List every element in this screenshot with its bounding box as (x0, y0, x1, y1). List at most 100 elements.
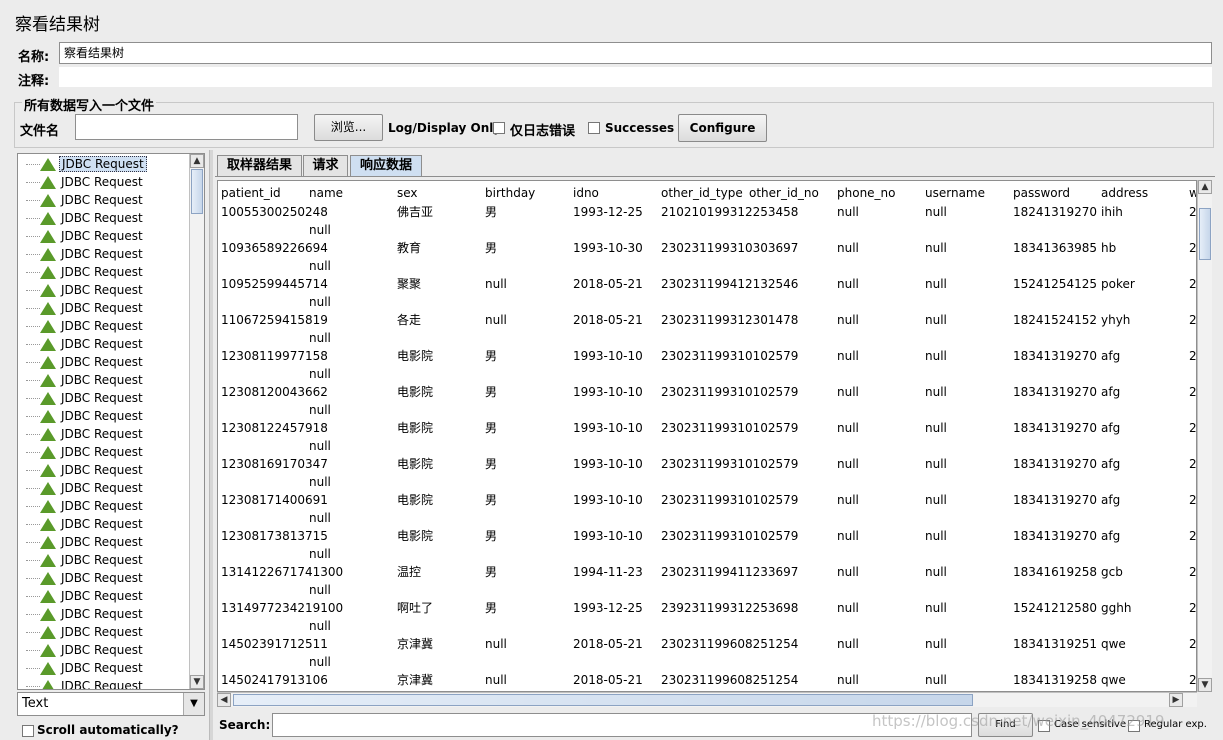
table-cell: 男 (485, 385, 498, 399)
tree-item-jdbc-request[interactable]: JDBC Request (26, 173, 145, 191)
tree-item-jdbc-request[interactable]: JDBC Request (26, 407, 145, 425)
tab-response-data[interactable]: 响应数据 (350, 155, 422, 177)
table-cell: 2 (1189, 349, 1197, 363)
scroll-up-icon[interactable]: ▲ (190, 154, 204, 168)
tree-item-jdbc-request[interactable]: JDBC Request (26, 605, 145, 623)
table-cell: 2 (1189, 313, 1197, 327)
scroll-left-icon[interactable]: ◀ (217, 693, 231, 707)
tree-item-jdbc-request[interactable]: JDBC Request (26, 641, 145, 659)
tree-item-jdbc-request[interactable]: JDBC Request (26, 515, 145, 533)
tree-item-jdbc-request[interactable]: JDBC Request (26, 569, 145, 587)
tree-item-jdbc-request[interactable]: JDBC Request (26, 317, 145, 335)
tree-line (26, 650, 40, 651)
response-vscrollbar[interactable]: ▲ ▼ (1197, 180, 1212, 692)
tree-item-jdbc-request[interactable]: JDBC Request (26, 497, 145, 515)
table-cell: 12308171400691 (221, 493, 328, 507)
tab-sampler-result[interactable]: 取样器结果 (217, 155, 302, 177)
tree-item-label: JDBC Request (61, 373, 143, 387)
tree-item-jdbc-request[interactable]: JDBC Request (26, 335, 145, 353)
tree-item-jdbc-request[interactable]: JDBC Request (26, 371, 145, 389)
tree-item-jdbc-request[interactable]: JDBC Request (26, 479, 145, 497)
table-cell: 12308120043662 (221, 385, 328, 399)
tree-item-label: JDBC Request (61, 247, 143, 261)
response-hscroll-thumb[interactable] (233, 694, 973, 706)
tree-item-jdbc-request[interactable]: JDBC Request (26, 191, 145, 209)
scroll-up-icon[interactable]: ▲ (1198, 180, 1212, 194)
sampler-success-icon (40, 356, 56, 369)
tab-request[interactable]: 请求 (303, 155, 348, 177)
scroll-right-icon[interactable]: ▶ (1169, 693, 1183, 707)
tree-item-jdbc-request[interactable]: JDBC Request (26, 587, 145, 605)
splitter[interactable] (209, 150, 213, 740)
tree-line (26, 254, 40, 255)
table-cell: 10055300250248 (221, 205, 328, 219)
errors-only-checkbox[interactable] (493, 122, 505, 134)
tree-item-jdbc-request[interactable]: JDBC Request (26, 209, 145, 227)
tree-item-jdbc-request[interactable]: JDBC Request (26, 677, 145, 689)
table-cell: afg (1101, 421, 1121, 435)
renderer-select[interactable]: Text ▼ (17, 692, 205, 716)
table-cell: 14502391712511 (221, 637, 328, 651)
tree-item-jdbc-request[interactable]: JDBC Request (26, 533, 145, 551)
tree-item-jdbc-request[interactable]: JDBC Request (26, 443, 145, 461)
tree-line (26, 236, 40, 237)
tree-item-jdbc-request[interactable]: JDBC Request (26, 227, 145, 245)
chevron-down-icon[interactable]: ▼ (183, 693, 204, 715)
successes-checkbox[interactable] (588, 122, 600, 134)
scroll-down-icon[interactable]: ▼ (190, 675, 204, 689)
tree-item-jdbc-request[interactable]: JDBC Request (26, 623, 145, 641)
table-row-continuation: null (309, 547, 331, 561)
scroll-down-icon[interactable]: ▼ (1198, 678, 1212, 692)
table-cell: 京津冀 (397, 673, 434, 687)
column-header: patient_id (221, 186, 281, 200)
tree-item-label: JDBC Request (59, 156, 147, 172)
table-cell: 1993-10-10 (573, 421, 643, 435)
tree-item-jdbc-request[interactable]: JDBC Request (26, 353, 145, 371)
tree-item-jdbc-request[interactable]: JDBC Request (26, 551, 145, 569)
sampler-success-icon (40, 554, 56, 567)
response-vscroll-thumb[interactable] (1199, 208, 1211, 260)
table-cell: 2 (1189, 601, 1197, 615)
configure-button[interactable]: Configure (678, 114, 767, 142)
table-cell: 1314977234219100 (221, 601, 344, 615)
table-cell: null (925, 565, 947, 579)
table-cell: 10936589226694 (221, 241, 328, 255)
tree-item-jdbc-request[interactable]: JDBC Request (26, 155, 147, 173)
browse-button[interactable]: 浏览... (314, 114, 383, 141)
table-cell: 电影院 (397, 493, 434, 507)
tree-line (26, 272, 40, 273)
tree-item-jdbc-request[interactable]: JDBC Request (26, 389, 145, 407)
scroll-auto-checkbox[interactable] (22, 725, 34, 737)
tree-item-label: JDBC Request (61, 283, 143, 297)
search-input[interactable] (272, 713, 972, 737)
tree-item-jdbc-request[interactable]: JDBC Request (26, 659, 145, 677)
result-tree[interactable]: JDBC Request JDBC Request JDBC Request JDBC… (17, 153, 205, 690)
tree-line (26, 614, 40, 615)
table-cell: null (837, 601, 859, 615)
table-cell: 230231199310102579 (661, 457, 799, 471)
response-hscrollbar[interactable]: ◀ ▶ (217, 692, 1197, 707)
tree-line (26, 578, 40, 579)
tree-item-jdbc-request[interactable]: JDBC Request (26, 281, 145, 299)
tree-item-jdbc-request[interactable]: JDBC Request (26, 263, 145, 281)
table-cell: hb (1101, 241, 1117, 255)
table-cell: 男 (485, 205, 498, 219)
sampler-success-icon (40, 536, 56, 549)
sampler-success-icon (40, 446, 56, 459)
comment-field[interactable] (59, 67, 1212, 87)
name-field[interactable]: 察看结果树 (59, 42, 1212, 64)
table-cell: 12308173813715 (221, 529, 328, 543)
tree-item-jdbc-request[interactable]: JDBC Request (26, 461, 145, 479)
table-row-continuation: null (309, 583, 331, 597)
tree-line (26, 686, 40, 687)
tree-scrollbar[interactable]: ▲ ▼ (189, 154, 204, 689)
tree-scroll-thumb[interactable] (191, 169, 203, 214)
filename-input[interactable] (75, 114, 298, 140)
table-cell: null (925, 529, 947, 543)
table-cell: null (837, 565, 859, 579)
tree-item-jdbc-request[interactable]: JDBC Request (26, 245, 145, 263)
sampler-success-icon (40, 680, 56, 689)
tree-line (26, 344, 40, 345)
tree-item-jdbc-request[interactable]: JDBC Request (26, 299, 145, 317)
tree-item-jdbc-request[interactable]: JDBC Request (26, 425, 145, 443)
